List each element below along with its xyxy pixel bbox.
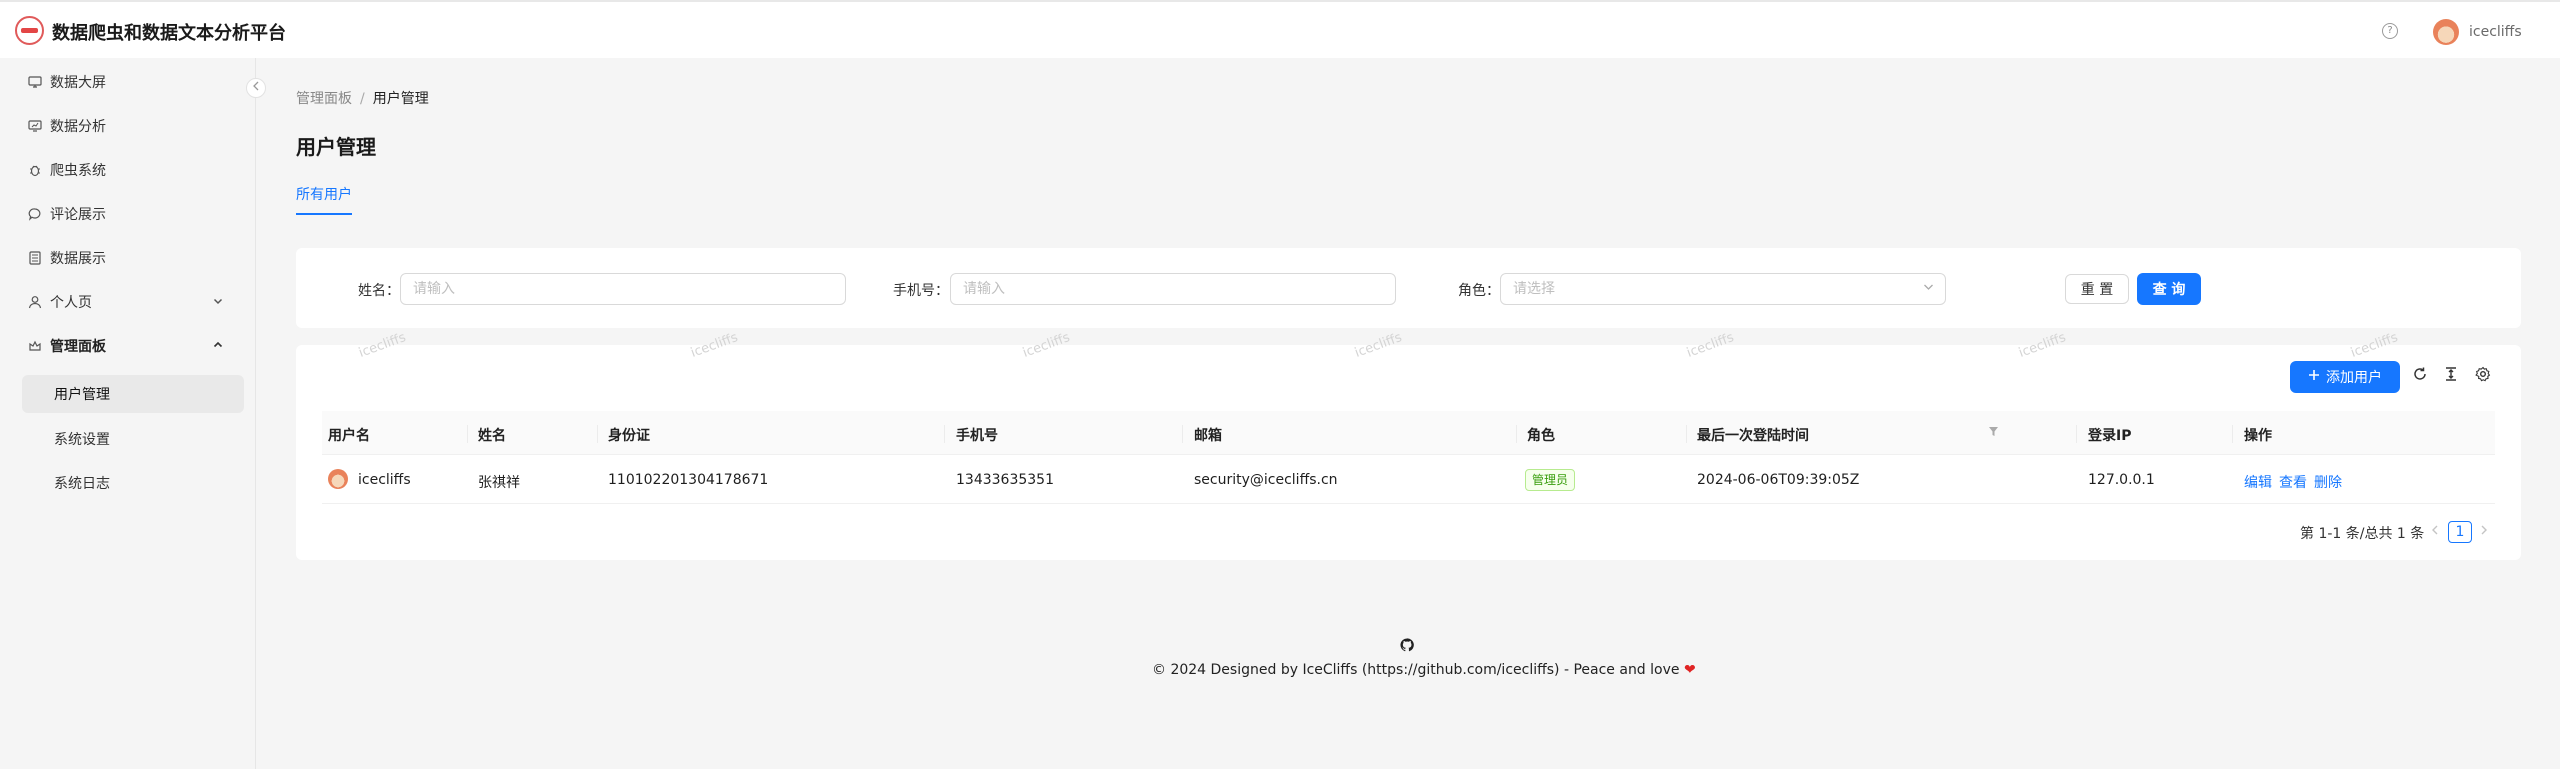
column-divider [1516,425,1517,443]
sidebar-subitem-logs[interactable]: 系统日志 [22,464,244,502]
edit-link[interactable]: 编辑 [2244,472,2272,492]
tab-active-indicator [296,213,352,215]
phone-input[interactable] [950,273,1396,305]
breadcrumb-parent[interactable]: 管理面板 [296,91,352,107]
pagination-total: 第 1-1 条/总共 1 条 [2300,526,2425,542]
sidebar-item-label: 评论展示 [50,207,106,223]
page-title: 用户管理 [296,135,376,159]
breadcrumb-separator: / [360,91,365,107]
search-form: 姓名： 手机号： 角色： 重 置 查 询 [296,248,2521,328]
column-divider [944,425,945,443]
column-divider [1686,425,1687,443]
user-name[interactable]: icecliffs [2469,24,2522,40]
sidebar-item-label: 数据大屏 [50,75,106,91]
column-divider [2076,425,2077,443]
column-height-icon[interactable] [2440,366,2462,388]
analysis-icon [28,119,42,133]
dashboard-icon [28,75,42,89]
sidebar-subitem-users[interactable]: 用户管理 [22,375,244,413]
chevron-down-icon [1923,281,1934,295]
role-select[interactable] [1500,273,1946,305]
column-header[interactable]: 用户名 [328,425,370,445]
column-divider [597,425,598,443]
pagination-prev-icon[interactable] [2431,523,2439,539]
reload-icon[interactable] [2409,366,2431,388]
sidebar-item-dashboard[interactable]: 数据大屏 [0,62,256,102]
question-circle-icon[interactable]: ? [2382,23,2398,39]
table-header: 用户名 姓名 身份证 手机号 邮箱 角色 最后一次登陆时间 登录IP 操作 [322,411,2495,455]
column-header[interactable]: 身份证 [608,425,650,445]
pagination-next-icon[interactable] [2480,523,2488,539]
column-header[interactable]: 角色 [1527,425,1555,445]
user-icon [28,295,42,309]
column-divider [467,425,468,443]
pagination-page-1[interactable]: 1 [2448,521,2472,543]
app-title[interactable]: 数据爬虫和数据文本分析平台 [52,19,286,45]
cell-phone: 13433635351 [956,472,1054,488]
sidebar-item-profile[interactable]: 个人页 [0,282,256,322]
column-header[interactable]: 邮箱 [1194,425,1222,445]
sidebar-item-label: 管理面板 [50,339,106,355]
sidebar-item-comments[interactable]: 评论展示 [0,194,256,234]
phone-label: 手机号： [893,283,949,299]
column-header[interactable]: 登录IP [2088,425,2131,445]
cell-email: security@icecliffs.cn [1194,472,1338,488]
table-row[interactable]: icecliffs 张祺祥 110102201304178671 1343363… [322,456,2495,504]
breadcrumb: 管理面板 / 用户管理 [296,88,429,108]
cell-id-card: 110102201304178671 [608,472,769,488]
tab-all-users[interactable]: 所有用户 [296,184,352,204]
view-link[interactable]: 查看 [2279,472,2307,492]
column-header[interactable]: 最后一次登陆时间 [1697,425,1809,445]
cell-ip: 127.0.0.1 [2088,472,2155,488]
role-label: 角色： [1458,283,1500,299]
cell-name: 张祺祥 [478,475,520,491]
crown-icon [28,339,42,353]
github-icon[interactable] [1400,638,1414,652]
sidebar-item-analysis[interactable]: 数据分析 [0,106,256,146]
sidebar-item-crawler[interactable]: 爬虫系统 [0,150,256,190]
column-header[interactable]: 姓名 [478,425,506,445]
plus-icon [2308,369,2320,385]
avatar[interactable] [2433,19,2459,45]
footer: © 2024 Designed by IceCliffs (https://gi… [1152,662,1696,678]
sidebar-collapse-button[interactable] [246,78,266,98]
sidebar-item-admin[interactable]: 管理面板 [0,326,256,366]
query-button[interactable]: 查 询 [2137,273,2201,305]
sidebar-item-label: 爬虫系统 [50,163,106,179]
list-icon [28,251,42,265]
sidebar-item-label: 数据分析 [50,119,106,135]
setting-icon[interactable] [2472,366,2494,388]
name-label: 姓名： [358,283,400,299]
delete-link[interactable]: 删除 [2314,472,2342,492]
top-bar: 数据爬虫和数据文本分析平台 ? icecliffs [0,0,2560,58]
bug-icon [28,163,42,177]
heart-icon: ❤ [1683,662,1696,678]
sidebar-item-label: 数据展示 [50,251,106,267]
add-user-label: 添加用户 [2326,370,2382,386]
sidebar: 数据大屏 数据分析 爬虫系统 评论展示 数据展示 个人页 管理面板 用户管理 系… [0,58,256,769]
sidebar-subitem-settings[interactable]: 系统设置 [22,420,244,458]
footer-text: © 2024 Designed by IceCliffs (https://gi… [1152,662,1680,678]
app-logo[interactable] [15,16,44,45]
filter-icon[interactable] [1988,426,1999,440]
column-header: 操作 [2244,428,2272,444]
breadcrumb-current: 用户管理 [372,91,429,107]
comment-icon [28,207,42,221]
reset-button[interactable]: 重 置 [2065,274,2129,304]
avatar [328,469,348,489]
column-divider [2232,425,2233,443]
sidebar-item-data[interactable]: 数据展示 [0,238,256,278]
column-divider [1182,425,1183,443]
name-input[interactable] [400,273,846,305]
cell-username: icecliffs [358,472,411,488]
cell-last-login: 2024-06-06T09:39:05Z [1697,472,1860,488]
chevron-up-icon [213,340,223,353]
role-badge: 管理员 [1525,469,1576,491]
column-header[interactable]: 手机号 [956,425,998,445]
add-user-button[interactable]: 添加用户 [2290,361,2400,393]
sidebar-item-label: 个人页 [50,295,92,311]
chevron-down-icon [213,296,223,309]
